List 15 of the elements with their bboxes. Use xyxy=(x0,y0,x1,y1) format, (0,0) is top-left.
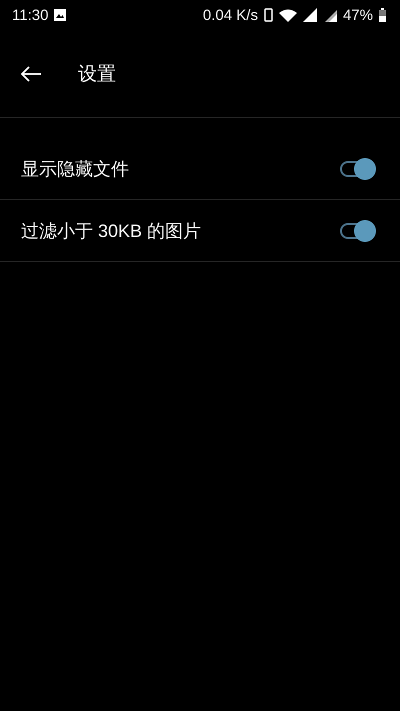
toggle-switch[interactable] xyxy=(340,220,376,242)
clock: 11:30 xyxy=(12,6,48,24)
image-icon xyxy=(54,9,66,21)
wifi-icon xyxy=(278,8,297,22)
battery-percent: 47% xyxy=(342,6,373,24)
battery-icon xyxy=(379,8,386,22)
signal-icon xyxy=(302,8,317,22)
signal-icon xyxy=(322,8,337,22)
back-arrow-icon xyxy=(20,66,42,82)
network-speed: 0.04 K/s xyxy=(202,6,258,24)
phone-icon xyxy=(264,8,273,22)
setting-label: 显示隐藏文件 xyxy=(21,158,129,180)
setting-label: 过滤小于 30KB 的图片 xyxy=(21,220,202,242)
toggle-switch[interactable] xyxy=(340,158,376,180)
screen-title: 设置 xyxy=(78,62,116,86)
